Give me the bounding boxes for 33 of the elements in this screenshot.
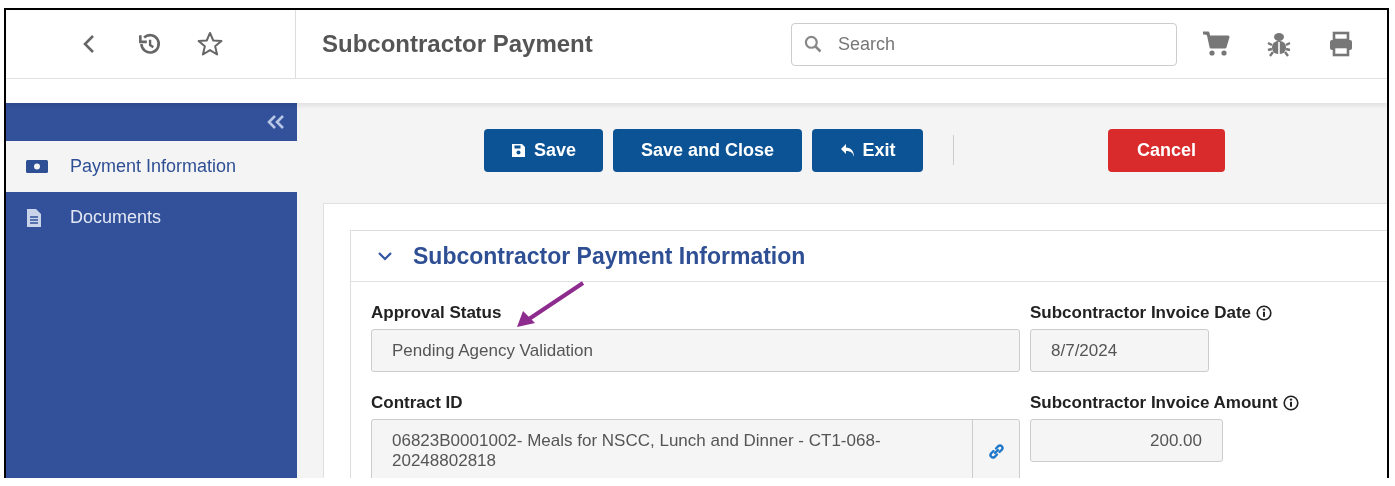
sidebar-item[interactable]: Documents [6,192,297,243]
document-icon [26,207,42,228]
star-icon[interactable] [196,30,224,58]
exit-button[interactable]: Exit [812,128,924,172]
printer-icon[interactable] [1328,31,1354,57]
cart-icon[interactable] [1202,31,1230,57]
input-field[interactable]: 200.00 [1030,419,1223,462]
banknote-icon [26,159,48,174]
history-icon[interactable] [136,31,162,57]
sidebar-item[interactable]: Payment Information [6,141,297,192]
search-field[interactable]: Search [791,22,1177,66]
floppy-icon [511,142,526,158]
page-title: Subcontractor Payment [322,30,594,58]
collapse-icon[interactable] [267,115,285,129]
info-icon[interactable] [1256,305,1273,321]
link-icon [986,441,1006,461]
cancel-button[interactable]: Cancel [1108,128,1226,172]
save-button[interactable]: Save [484,128,603,172]
info-icon[interactable] [1282,395,1299,411]
reply-arrow-icon [839,142,855,158]
bug-icon[interactable] [1266,31,1292,57]
field-label: Contract ID [371,393,463,413]
section-title: Subcontractor Payment Information [413,242,806,270]
field-label: Subcontractor Invoice Date [1030,303,1252,323]
input-field[interactable]: 06823B0001002- Meals for NSCC, Lunch and Dinner - CT1-068-20248802818 [371,419,1020,478]
search-icon [803,33,823,54]
arrow-annotation [515,281,587,329]
save-close-button[interactable]: Save and Close [613,128,803,172]
chevron-icon[interactable] [377,251,393,261]
input-field[interactable]: Pending Agency Validation [371,329,1020,372]
field-label: Approval Status [371,303,502,323]
field-label: Subcontractor Invoice Amount [1030,393,1278,413]
input-field[interactable]: 8/7/2024 [1030,329,1209,372]
